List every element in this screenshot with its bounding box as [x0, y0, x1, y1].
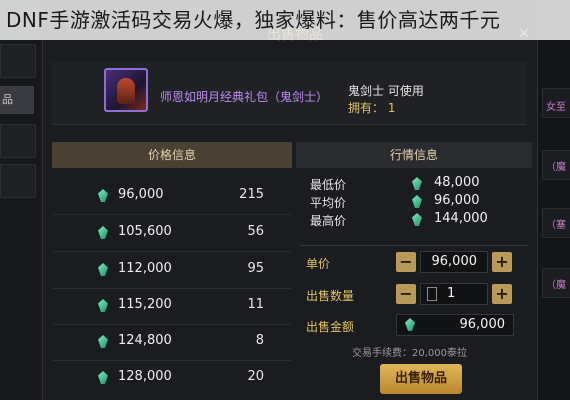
calculator-icon[interactable] — [427, 287, 437, 301]
unit-price-plus-button[interactable]: + — [492, 252, 512, 272]
quantity-minus-button[interactable]: − — [396, 284, 416, 304]
transaction-fee: 交易手续费：20,000泰拉 — [352, 348, 467, 359]
min-price-label: 最低价 — [310, 178, 347, 192]
price-quantity: 95 — [247, 261, 264, 276]
max-price-label: 最高价 — [310, 214, 347, 228]
price-quantity: 215 — [239, 187, 264, 202]
gem-icon — [412, 213, 422, 226]
article-headline-banner: DNF手游激活码交易火爆，独家爆料：售价高达两千元 — [0, 0, 570, 40]
quantity-plus-button[interactable]: + — [492, 284, 512, 304]
sell-total-value: 96,000 — [459, 317, 506, 332]
min-price-value: 48,000 — [434, 175, 480, 190]
price-row[interactable]: 128,000 20 — [52, 358, 292, 396]
gem-icon — [412, 177, 422, 190]
item-icon[interactable] — [104, 68, 148, 112]
unit-price-input[interactable]: 96,000 — [420, 251, 488, 273]
item-name: 师恩如明月经典礼包（鬼剑士） — [160, 90, 329, 104]
price-value: 128,000 — [118, 369, 172, 384]
price-row[interactable]: 115,200 11 — [52, 286, 292, 325]
gem-icon — [98, 299, 108, 312]
sidebar-slot[interactable] — [0, 164, 36, 198]
right-list-label: （魔 — [546, 162, 566, 173]
article-headline: DNF手游激活码交易火爆，独家爆料：售价高达两千元 — [6, 8, 501, 32]
price-panel-header: 价格信息 — [52, 142, 292, 168]
avg-price-label: 平均价 — [310, 196, 347, 210]
item-owned-count: 拥有： 1 — [348, 101, 396, 115]
price-value: 112,000 — [118, 261, 172, 276]
gem-icon — [98, 371, 108, 384]
sell-total-label: 出售金额 — [306, 320, 355, 334]
sidebar-slot[interactable] — [0, 124, 36, 158]
right-sidebar: 女至 （魔 （塞 （魔 — [536, 0, 570, 400]
gem-icon — [412, 195, 422, 208]
gem-icon — [405, 318, 415, 331]
right-list-label: 女至 — [546, 102, 566, 113]
price-row[interactable]: 105,600 56 — [52, 213, 292, 252]
divider — [300, 245, 528, 246]
quantity-input[interactable]: 1 — [420, 283, 488, 305]
price-value: 105,600 — [118, 224, 172, 239]
unit-price-label: 单价 — [306, 257, 331, 271]
quantity-value: 1 — [447, 286, 456, 301]
price-value: 115,200 — [118, 297, 172, 312]
gem-icon — [98, 226, 108, 239]
max-price-value: 144,000 — [434, 211, 488, 226]
left-sidebar: 品 — [0, 0, 42, 400]
sidebar-slot[interactable] — [0, 44, 36, 78]
right-list-label: （魔 — [546, 280, 566, 291]
sell-total-value-box: 96,000 — [396, 314, 514, 336]
price-value: 96,000 — [118, 187, 164, 202]
sell-quantity-label: 出售数量 — [306, 289, 355, 303]
sidebar-selected-tab[interactable]: 品 — [0, 86, 34, 114]
gem-icon — [98, 189, 108, 202]
gem-icon — [98, 263, 108, 276]
price-value: 124,800 — [118, 333, 172, 348]
price-row[interactable]: 112,000 95 — [52, 250, 292, 289]
item-class-requirement: 鬼剑士 可使用 — [348, 84, 424, 98]
market-panel-header: 行情信息 — [296, 142, 532, 168]
price-quantity: 11 — [247, 297, 264, 312]
price-quantity: 8 — [255, 333, 264, 348]
price-quantity: 20 — [247, 369, 264, 384]
price-quantity: 56 — [247, 224, 264, 239]
gem-icon — [98, 335, 108, 348]
unit-price-minus-button[interactable]: − — [396, 252, 416, 272]
price-row[interactable]: 96,000 215 — [52, 176, 292, 215]
avg-price-value: 96,000 — [434, 193, 480, 208]
right-list-label: （塞 — [546, 220, 566, 231]
price-row[interactable]: 124,800 8 — [52, 322, 292, 361]
character-portrait-icon — [117, 78, 135, 104]
sell-item-button[interactable]: 出售物品 — [380, 364, 462, 394]
